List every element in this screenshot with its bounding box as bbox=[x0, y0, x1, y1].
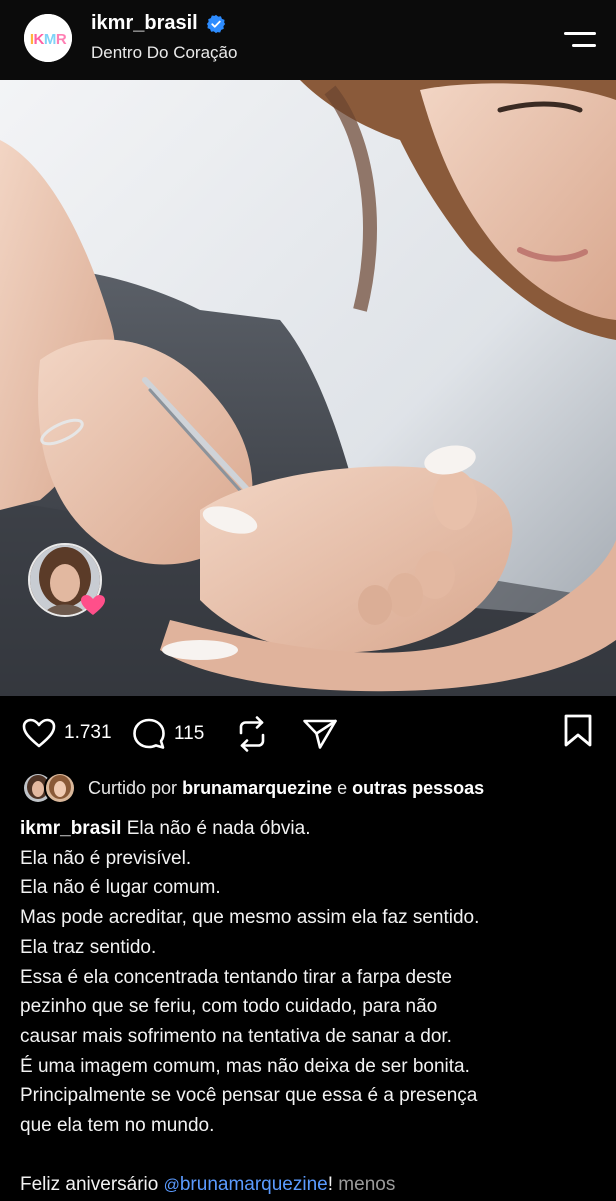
liker-photo bbox=[46, 774, 74, 802]
repost-action[interactable] bbox=[236, 716, 268, 752]
liker-avatar bbox=[44, 772, 76, 804]
liked-by-row[interactable]: Curtido por brunamarquezine e outras pes… bbox=[22, 772, 484, 804]
heart-icon[interactable] bbox=[22, 718, 56, 748]
username[interactable]: ikmr_brasil bbox=[91, 12, 198, 35]
share-icon[interactable] bbox=[302, 718, 338, 750]
liked-by-prefix: Curtido por bbox=[88, 777, 178, 798]
post-subtitle[interactable]: Dentro Do Coração bbox=[91, 43, 237, 63]
menu-icon[interactable] bbox=[560, 28, 596, 52]
like-action[interactable]: 1.731 bbox=[22, 718, 112, 748]
profile-avatar[interactable]: IKMR bbox=[24, 14, 72, 62]
comment-icon[interactable] bbox=[132, 718, 166, 750]
caption-line: causar mais sofrimento na tentativa de s… bbox=[20, 1025, 452, 1047]
caption-line: Ela não é nada óbvia. bbox=[126, 818, 311, 839]
post-caption: ikmr_brasil Ela não é nada óbvia. Ela nã… bbox=[20, 814, 600, 1201]
bookmark-icon[interactable] bbox=[563, 714, 593, 748]
liked-by-user[interactable]: brunamarquezine bbox=[182, 778, 332, 798]
caption-author[interactable]: ikmr_brasil bbox=[20, 818, 121, 839]
repost-icon[interactable] bbox=[236, 716, 268, 752]
caption-line: É uma imagem comum, mas não deixa de ser… bbox=[20, 1055, 470, 1077]
caption-line: Principalmente se você pensar que essa é… bbox=[20, 1085, 478, 1107]
comments-count: 115 bbox=[174, 723, 205, 744]
verified-icon bbox=[206, 14, 225, 33]
threads-icon: @ bbox=[163, 1177, 180, 1195]
caption-closing-suffix: ! bbox=[327, 1174, 334, 1196]
heart-badge-icon bbox=[81, 595, 105, 615]
svg-text:IKMR: IKMR bbox=[30, 31, 67, 48]
caption-line: Ela não é previsível. bbox=[20, 847, 192, 869]
mention-handle: brunamarquezine bbox=[179, 1174, 328, 1196]
comment-action[interactable]: 115 bbox=[132, 718, 204, 750]
ikmr-logo: IKMR bbox=[24, 14, 72, 62]
caption-line: que ela tem no mundo. bbox=[20, 1115, 215, 1137]
caption-line: Mas pode acreditar, que mesmo assim ela … bbox=[20, 907, 480, 929]
liked-by-others[interactable]: outras pessoas bbox=[352, 778, 484, 798]
caption-closing: Feliz aniversário bbox=[20, 1174, 159, 1196]
mention-link[interactable]: @brunamarquezine bbox=[164, 1174, 328, 1195]
caption-line: pezinho que se feriu, com todo cuidado, … bbox=[20, 996, 438, 1018]
caption-line: Ela traz sentido. bbox=[20, 936, 157, 958]
action-bar: 1.731 115 bbox=[0, 706, 616, 762]
liked-by-conjunction: e bbox=[337, 777, 348, 798]
less-button[interactable]: menos bbox=[338, 1174, 395, 1195]
liked-by-text: Curtido por brunamarquezine e outras pes… bbox=[88, 778, 484, 799]
save-action[interactable] bbox=[563, 714, 593, 748]
post-header: IKMR ikmr_brasil Dentro Do Coração bbox=[0, 0, 616, 80]
share-action[interactable] bbox=[302, 718, 338, 750]
caption-line: Essa é ela concentrada tentando tirar a … bbox=[20, 966, 452, 988]
caption-line: Ela não é lugar comum. bbox=[20, 877, 221, 899]
likes-count: 1.731 bbox=[64, 722, 112, 743]
